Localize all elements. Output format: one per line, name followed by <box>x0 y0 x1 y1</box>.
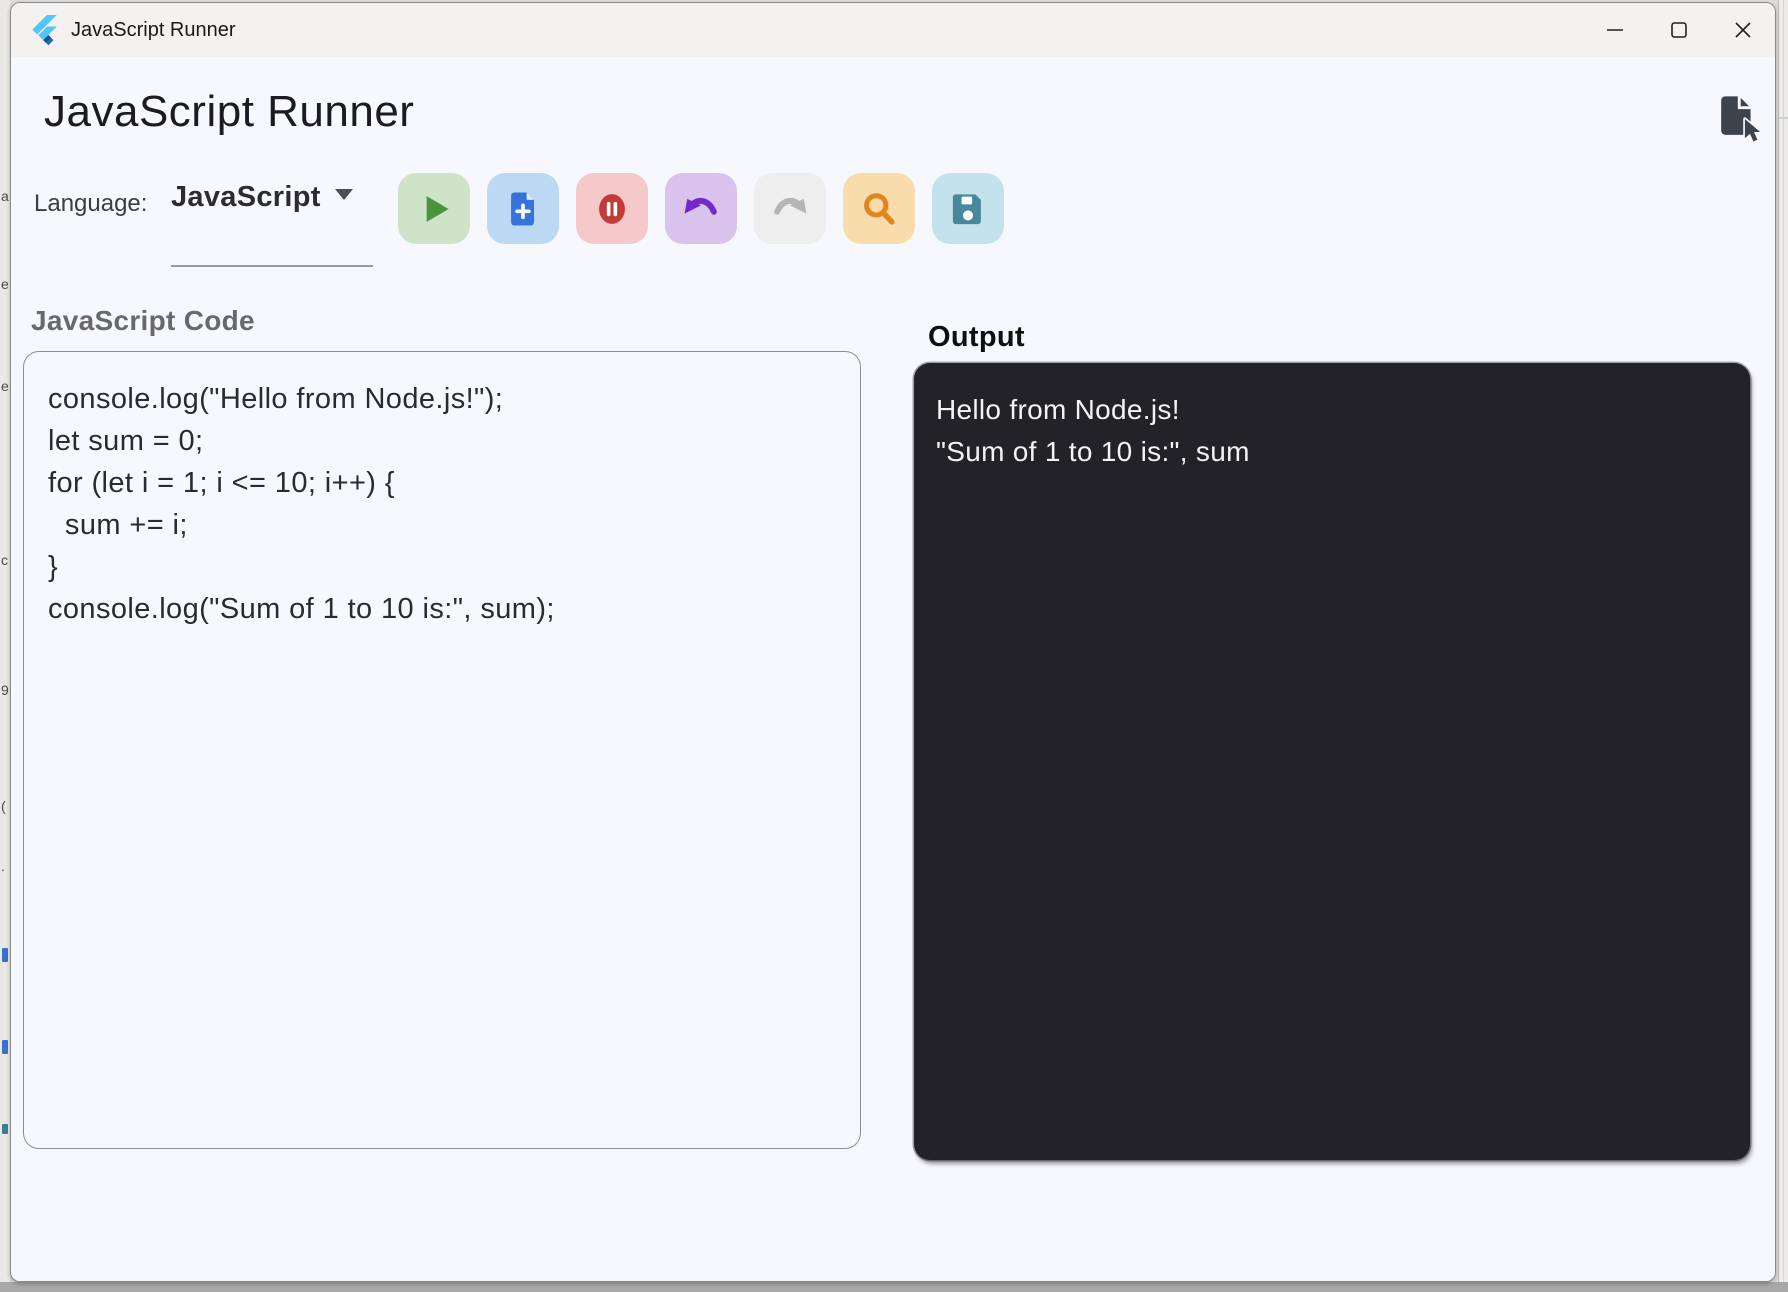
search-button[interactable] <box>843 173 915 244</box>
new-file-button[interactable] <box>487 173 559 244</box>
page-title: JavaScript Runner <box>44 87 414 137</box>
background-text-fragment: 9 <box>1 682 9 698</box>
language-select[interactable]: JavaScript <box>171 181 373 265</box>
minimize-button[interactable] <box>1583 3 1647 57</box>
undo-button[interactable] <box>665 173 737 244</box>
maximize-button[interactable] <box>1647 3 1711 57</box>
desktop-bottom-edge <box>0 1282 1788 1292</box>
new-file-icon <box>501 187 545 231</box>
background-icon-fragment <box>2 1040 8 1054</box>
app-content: JavaScript Runner Language: JavaScript <box>11 57 1775 1282</box>
play-icon <box>412 187 456 231</box>
background-window-right-edge <box>1778 0 1788 1282</box>
run-button[interactable] <box>398 173 470 244</box>
dropdown-underline <box>171 265 373 267</box>
search-icon <box>857 187 901 231</box>
undo-icon <box>678 187 724 231</box>
pause-icon <box>589 185 635 233</box>
language-selected-value: JavaScript <box>171 181 321 213</box>
code-line: } <box>48 546 836 588</box>
background-text-fragment: . <box>1 858 5 874</box>
language-label: Language: <box>34 190 147 218</box>
code-line: console.log("Sum of 1 to 10 is:", sum); <box>48 588 836 630</box>
background-icon-fragment <box>2 948 8 962</box>
chevron-down-icon <box>335 189 353 200</box>
toolbar <box>398 173 1004 244</box>
stop-button[interactable] <box>576 173 648 244</box>
redo-icon <box>767 187 813 231</box>
background-text-fragment: c <box>1 552 8 568</box>
flutter-logo-icon <box>31 14 59 46</box>
code-line: console.log("Hello from Node.js!"); <box>48 378 836 420</box>
close-button[interactable] <box>1711 3 1775 57</box>
code-line: for (let i = 1; i <= 10; i++) { <box>48 462 836 504</box>
background-text-fragment: ( <box>1 798 6 814</box>
titlebar: JavaScript Runner <box>11 3 1775 57</box>
code-line: sum += i; <box>48 504 836 546</box>
output-line: "Sum of 1 to 10 is:", sum <box>936 431 1728 473</box>
background-icon-fragment <box>2 1124 8 1134</box>
code-editor[interactable]: console.log("Hello from Node.js!");let s… <box>23 351 861 1149</box>
background-text-fragment: a <box>1 188 9 204</box>
code-line: let sum = 0; <box>48 420 836 462</box>
background-text-fragment: e <box>1 378 9 394</box>
output-console: Hello from Node.js!"Sum of 1 to 10 is:",… <box>914 363 1750 1160</box>
window-title: JavaScript Runner <box>71 19 236 42</box>
code-editor-label: JavaScript Code <box>31 305 255 337</box>
background-window-left-edge: a e e c 9 ( . <box>0 0 10 1282</box>
save-button[interactable] <box>932 173 1004 244</box>
output-label: Output <box>928 321 1025 354</box>
app-window: JavaScript Runner JavaScript Runner Lang… <box>10 2 1776 1282</box>
save-icon <box>946 187 990 231</box>
output-line: Hello from Node.js! <box>936 389 1728 431</box>
background-text-fragment: e <box>1 276 9 292</box>
file-cursor-icon[interactable] <box>1711 91 1763 147</box>
redo-button[interactable] <box>754 173 826 244</box>
